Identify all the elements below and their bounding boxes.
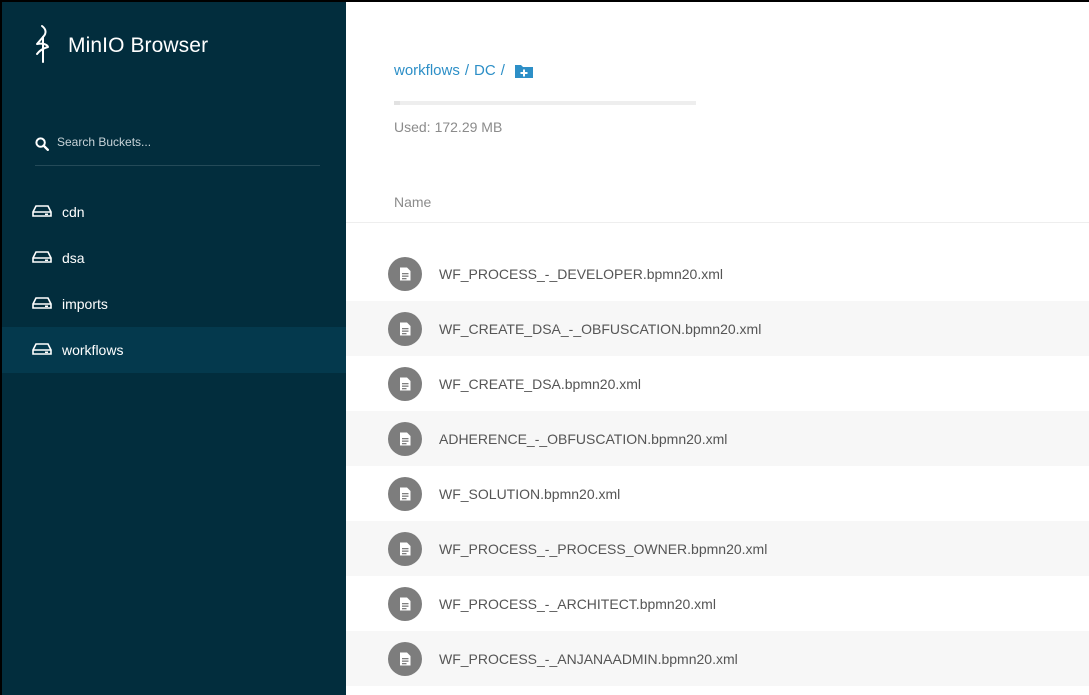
drive-icon <box>32 250 62 267</box>
search-input[interactable] <box>57 135 297 149</box>
file-list: WF_PROCESS_-_DEVELOPER.bpmn20.xml WF_CRE… <box>346 246 1089 686</box>
new-folder-icon[interactable] <box>514 63 534 79</box>
brand: MinIO Browser <box>30 24 209 69</box>
file-icon <box>388 311 422 346</box>
drive-icon <box>32 204 62 221</box>
bucket-label: imports <box>62 296 108 312</box>
file-row[interactable]: WF_PROCESS_-_ARCHITECT.bpmn20.xml <box>346 576 1089 631</box>
bucket-item-workflows[interactable]: workflows <box>2 327 346 373</box>
file-icon <box>388 366 422 401</box>
file-icon <box>388 586 422 621</box>
usage-text: Used: 172.29 MB <box>394 119 502 135</box>
sidebar: MinIO Browser cdn dsa <box>2 2 346 695</box>
bucket-list: cdn dsa imports workflows <box>2 189 346 373</box>
bucket-item-dsa[interactable]: dsa <box>2 235 346 281</box>
file-row[interactable]: WF_PROCESS_-_PROCESS_OWNER.bpmn20.xml <box>346 521 1089 576</box>
file-name: WF_CREATE_DSA.bpmn20.xml <box>439 375 642 392</box>
file-name: WF_PROCESS_-_ANJANAADMIN.bpmn20.xml <box>439 650 738 667</box>
minio-logo-icon <box>30 24 56 69</box>
breadcrumb: workflows / DC / <box>394 62 534 79</box>
file-row[interactable]: WF_CREATE_DSA.bpmn20.xml <box>346 356 1089 411</box>
drive-icon <box>32 296 62 313</box>
file-name: WF_PROCESS_-_DEVELOPER.bpmn20.xml <box>439 265 723 282</box>
file-icon <box>388 476 422 511</box>
file-row[interactable]: WF_CREATE_DSA_-_OBFUSCATION.bpmn20.xml <box>346 301 1089 356</box>
usage-label: Used: <box>394 119 431 135</box>
breadcrumb-separator: / <box>464 62 470 79</box>
file-row[interactable]: WF_PROCESS_-_ANJANAADMIN.bpmn20.xml <box>346 631 1089 686</box>
file-icon <box>388 421 422 456</box>
file-name: WF_SOLUTION.bpmn20.xml <box>439 485 621 502</box>
file-icon <box>388 256 422 291</box>
breadcrumb-item-workflows[interactable]: workflows <box>394 62 460 79</box>
drive-icon <box>32 342 62 359</box>
table-header: Name <box>346 177 1089 223</box>
usage-value: 172.29 MB <box>434 119 503 135</box>
bucket-label: workflows <box>62 342 124 358</box>
bucket-item-cdn[interactable]: cdn <box>2 189 346 235</box>
column-header-name[interactable]: Name <box>394 194 431 210</box>
bucket-item-imports[interactable]: imports <box>2 281 346 327</box>
file-row[interactable]: WF_PROCESS_-_DEVELOPER.bpmn20.xml <box>346 246 1089 301</box>
file-row[interactable]: WF_SOLUTION.bpmn20.xml <box>346 466 1089 521</box>
file-row[interactable]: ADHERENCE_-_OBFUSCATION.bpmn20.xml <box>346 411 1089 466</box>
bucket-search <box>35 126 320 166</box>
file-icon <box>388 531 422 566</box>
file-name: WF_PROCESS_-_ARCHITECT.bpmn20.xml <box>439 595 716 612</box>
file-name: ADHERENCE_-_OBFUSCATION.bpmn20.xml <box>439 430 728 447</box>
usage-bar <box>394 101 696 105</box>
breadcrumb-item-dc[interactable]: DC <box>474 62 496 79</box>
app-window: MinIO Browser cdn dsa <box>0 0 1089 695</box>
breadcrumb-separator: / <box>500 62 505 79</box>
file-icon <box>388 641 422 676</box>
file-name: WF_PROCESS_-_PROCESS_OWNER.bpmn20.xml <box>439 540 768 557</box>
usage-bar-fill <box>394 101 401 105</box>
bucket-label: cdn <box>62 204 85 220</box>
brand-name: MinIO Browser <box>68 34 209 57</box>
search-icon <box>35 126 50 156</box>
main-content: workflows / DC / Used: 172.29 MB Name WF… <box>346 2 1089 695</box>
file-name: WF_CREATE_DSA_-_OBFUSCATION.bpmn20.xml <box>439 320 762 337</box>
bucket-label: dsa <box>62 250 85 266</box>
